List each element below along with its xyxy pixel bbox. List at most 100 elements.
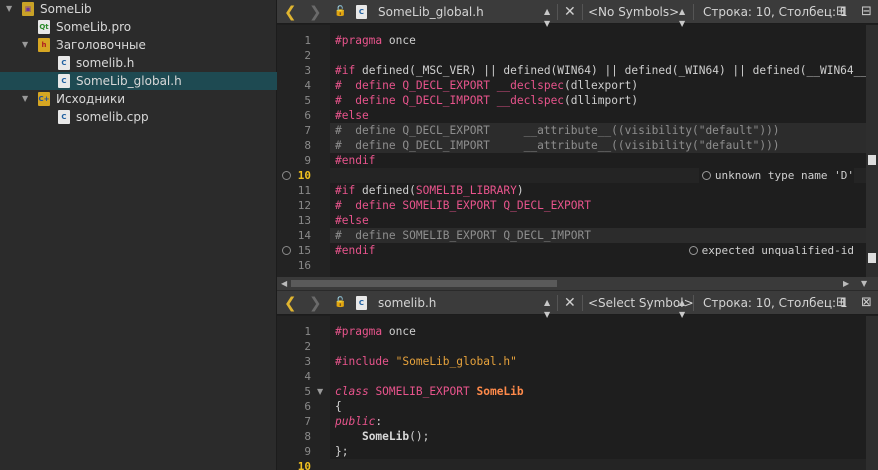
close-icon[interactable]: ✕: [564, 0, 576, 24]
symbol-selector[interactable]: <Select Symbol>: [588, 291, 694, 315]
scroll-down-icon[interactable]: ▼: [861, 277, 867, 290]
navigate-forward-icon[interactable]: ❯: [309, 291, 322, 315]
code-line[interactable]: [330, 258, 866, 273]
fold-arrow-icon[interactable]: ▼: [317, 384, 323, 399]
code-area[interactable]: #pragma once #include "SomeLib_global.h"c…: [330, 316, 866, 470]
code-line[interactable]: SomeLib();: [330, 429, 866, 444]
line-number: 10: [297, 460, 311, 470]
symbol-selector-chevron-icon[interactable]: ▲ ▼: [679, 6, 685, 28]
code-line[interactable]: # define Q_DECL_EXPORT __attribute__((vi…: [330, 123, 866, 138]
code-token: (dllimport): [564, 94, 639, 107]
tree-item-label: Заголовочные: [56, 38, 146, 52]
expand-arrow-icon[interactable]: ▼: [6, 0, 16, 18]
line-number: 8: [304, 139, 311, 152]
scroll-right-icon[interactable]: ▶: [843, 277, 849, 290]
code-token: #endif: [335, 244, 376, 257]
scroll-thumb[interactable]: [868, 155, 876, 165]
file-selector[interactable]: somelib.h: [378, 291, 436, 315]
code-line[interactable]: #endif: [330, 153, 866, 168]
line-number: 6: [304, 400, 311, 413]
diagnostic-text: unknown type name 'D': [714, 169, 854, 182]
code-line[interactable]: [330, 48, 866, 63]
line-number: 1: [304, 325, 311, 338]
tree-item-label: SomeLib_global.h: [76, 74, 182, 88]
tree-item[interactable]: ▼ ▣ SomeLib: [0, 0, 277, 18]
tree-item[interactable]: ▼ C+ Исходники: [0, 90, 277, 108]
code-line[interactable]: class SOMELIB_EXPORT SomeLib: [330, 384, 866, 399]
line-number: 13: [297, 214, 311, 227]
file-selector[interactable]: SomeLib_global.h: [378, 0, 484, 24]
split-icon[interactable]: ⊞: [836, 291, 847, 315]
horizontal-scrollbar[interactable]: ◀ ▶ ▼: [277, 277, 878, 290]
code-token: #endif: [335, 154, 376, 167]
tree-item[interactable]: Csomelib.cpp: [0, 108, 277, 126]
toolbar-divider: [557, 4, 558, 20]
navigate-forward-icon[interactable]: ❯: [309, 0, 322, 24]
warning-marker-icon[interactable]: [282, 246, 291, 255]
code-token: public: [335, 415, 376, 428]
editor-pane-top: ❮ ❯ 🔓 C SomeLib_global.h ▲ ▼ ✕ <No Symbol…: [277, 0, 878, 290]
close-icon[interactable]: ✕: [564, 291, 576, 315]
code-line[interactable]: [330, 459, 866, 470]
close-split-icon[interactable]: ⊠: [861, 291, 872, 315]
code-token: #include: [335, 355, 389, 368]
code-token: Q_DECL_IMPORT: [402, 94, 490, 107]
file-selector-chevron-icon[interactable]: ▲ ▼: [544, 297, 550, 319]
tree-item[interactable]: C SomeLib_global.h: [0, 72, 277, 90]
code-token: {: [335, 400, 342, 413]
lock-icon: 🔓: [334, 6, 347, 17]
code-line[interactable]: };: [330, 444, 866, 459]
code-line[interactable]: # define SOMELIB_EXPORT Q_DECL_EXPORT: [330, 198, 866, 213]
code-line[interactable]: [330, 369, 866, 384]
expand-arrow-icon[interactable]: ▼: [22, 36, 32, 54]
tree-item-label: somelib.cpp: [76, 110, 149, 124]
symbol-selector-chevron-icon[interactable]: ▲ ▼: [679, 297, 685, 319]
code-token: SOMELIB_EXPORT: [402, 199, 497, 212]
code-line[interactable]: #if defined(_MSC_VER) || defined(WIN64) …: [330, 63, 866, 78]
expand-arrow-icon[interactable]: ▼: [22, 90, 32, 108]
project-tree[interactable]: ▼ ▣ SomeLib Qt SomeLib.pro ▼ h Заголовочные Csom…: [0, 0, 277, 470]
line-number: 2: [304, 340, 311, 353]
code-line[interactable]: public:: [330, 414, 866, 429]
code-line[interactable]: {: [330, 399, 866, 414]
split-horizontal-icon[interactable]: ⊟: [861, 0, 872, 24]
navigate-back-icon[interactable]: ❮: [284, 0, 297, 24]
code-line[interactable]: #pragma once: [330, 33, 866, 48]
code-line[interactable]: # define Q_DECL_IMPORT __declspec(dllimp…: [330, 93, 866, 108]
symbol-selector[interactable]: <No Symbols>: [588, 0, 679, 24]
scroll-thumb[interactable]: [868, 253, 876, 263]
code-line[interactable]: #pragma once: [330, 324, 866, 339]
cursor-position[interactable]: Строка: 10, Столбец: 1: [703, 0, 848, 24]
scroll-left-icon[interactable]: ◀: [281, 277, 287, 290]
code-area[interactable]: #pragma once #if defined(_MSC_VER) || def…: [330, 25, 866, 277]
tree-item[interactable]: ▼ h Заголовочные: [0, 36, 277, 54]
line-number: 5: [304, 94, 311, 107]
code-line[interactable]: [330, 339, 866, 354]
tree-item[interactable]: Qt SomeLib.pro: [0, 18, 277, 36]
split-icon[interactable]: ⊞: [836, 0, 847, 24]
diagnostic-annotation[interactable]: expected unqualified-id: [685, 243, 854, 258]
vertical-scrollbar[interactable]: [866, 25, 878, 277]
code-line[interactable]: # define SOMELIB_EXPORT Q_DECL_IMPORT: [330, 228, 866, 243]
line-number: 8: [304, 430, 311, 443]
file-selector-chevron-icon[interactable]: ▲ ▼: [544, 6, 550, 28]
code-line[interactable]: #else: [330, 108, 866, 123]
line-number: 4: [304, 79, 311, 92]
code-line[interactable]: #else: [330, 213, 866, 228]
navigate-back-icon[interactable]: ❮: [284, 291, 297, 315]
diagnostic-text: expected unqualified-id: [701, 244, 854, 257]
code-line[interactable]: #if defined(SOMELIB_LIBRARY): [330, 183, 866, 198]
scroll-thumb[interactable]: [291, 280, 557, 287]
code-token: SomeLib: [476, 385, 524, 398]
toolbar-divider: [693, 295, 694, 311]
warning-marker-icon[interactable]: [282, 171, 291, 180]
diagnostic-annotation[interactable]: unknown type name 'D': [698, 168, 854, 183]
cursor-position[interactable]: Строка: 10, Столбец: 1: [703, 291, 848, 315]
code-line[interactable]: # define Q_DECL_IMPORT __attribute__((vi…: [330, 138, 866, 153]
code-line[interactable]: #include "SomeLib_global.h": [330, 354, 866, 369]
code-token: SomeLib: [361, 430, 410, 443]
code-line[interactable]: # define Q_DECL_EXPORT __declspec(dllexp…: [330, 78, 866, 93]
vertical-scrollbar[interactable]: [866, 316, 878, 470]
tree-item[interactable]: Csomelib.h: [0, 54, 277, 72]
